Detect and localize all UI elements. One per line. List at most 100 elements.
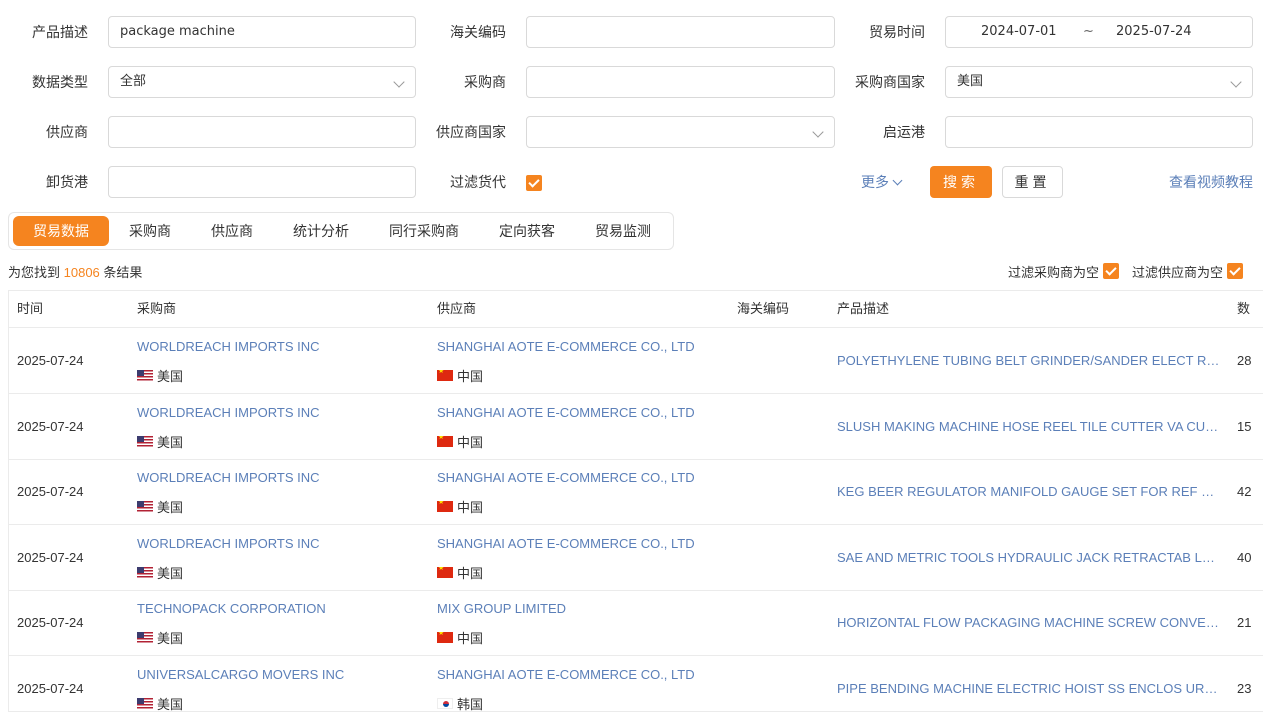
date-start[interactable]: 2024-07-01 [981,17,1057,47]
filter-empty-supplier-label: 过滤供应商为空 [1132,265,1224,280]
flag-icon [437,632,453,643]
tab-suppliers[interactable]: 供应商 [191,216,273,246]
col-supplier: 供应商 [437,301,477,316]
flag-icon [437,697,453,709]
table-row: 2025-07-24 UNIVERSALCARGO MOVERS INC 美国 SHA… [9,656,1263,712]
trade-date-range[interactable]: 2024-07-01 ~ 2025-07-24 [945,16,1253,48]
search-button[interactable]: 搜索 [930,166,992,198]
row-supplier-country: 中国 [437,497,483,516]
flag-icon [137,435,153,447]
video-tutorial-link[interactable]: 查看视频教程 [1169,166,1253,198]
data-type-value: 全部 [120,74,147,89]
chevron-down-icon [393,76,405,88]
date-end[interactable]: 2025-07-24 [1116,17,1192,47]
tab-trade-monitor[interactable]: 贸易监测 [575,216,671,246]
row-supplier-link[interactable]: SHANGHAI AOTE E-COMMERCE CO., LTD [437,536,695,551]
chevron-down-icon [812,126,824,138]
row-product-desc[interactable]: SAE AND METRIC TOOLS HYDRAULIC JACK RETR… [837,525,1222,591]
row-qty: 28 [1237,353,1252,368]
flag-icon [137,566,153,578]
row-supplier-link[interactable]: SHANGHAI AOTE E-COMMERCE CO., LTD [437,667,695,682]
buyer-input[interactable] [526,66,835,98]
filter-empty-buyer-checkbox[interactable] [1103,263,1119,279]
row-buyer-country: 美国 [137,628,183,647]
col-buyer: 采购商 [137,301,177,316]
filter-forwarder-checkbox[interactable] [526,175,542,191]
tab-targeted-leads[interactable]: 定向获客 [479,216,575,246]
data-type-label: 数据类型 [32,74,88,90]
filter-empty-supplier-checkbox[interactable] [1227,263,1243,279]
tab-trade-data[interactable]: 贸易数据 [13,216,109,246]
country-name: 中国 [457,500,484,515]
buyer-label: 采购商 [464,74,506,90]
buyer-country-label: 采购商国家 [855,74,925,90]
product-desc-input[interactable]: package machine [108,16,416,48]
unloading-port-input[interactable] [108,166,416,198]
supplier-label: 供应商 [46,124,88,140]
data-type-select[interactable]: 全部 [108,66,416,98]
filter-forwarder-label: 过滤货代 [450,174,506,190]
row-supplier-link[interactable]: SHANGHAI AOTE E-COMMERCE CO., LTD [437,470,695,485]
row-product-desc[interactable]: KEG BEER REGULATOR MANIFOLD GAUGE SET FO… [837,459,1222,525]
table-header: 时间 采购商 供应商 海关编码 产品描述 数 [9,291,1263,328]
tab-peer-buyers[interactable]: 同行采购商 [369,216,479,246]
col-product-desc: 产品描述 [837,301,890,316]
reset-button[interactable]: 重置 [1002,166,1063,198]
row-supplier-country: 中国 [437,366,483,385]
result-suffix: 条结果 [103,265,143,280]
supplier-country-label: 供应商国家 [436,124,506,140]
row-supplier-link[interactable]: SHANGHAI AOTE E-COMMERCE CO., LTD [437,339,695,354]
country-name: 中国 [457,369,484,384]
flag-icon [137,697,153,709]
buyer-country-select[interactable]: 美国 [945,66,1253,98]
departure-port-input[interactable] [945,116,1253,148]
flag-icon [137,632,153,643]
row-buyer-link[interactable]: WORLDREACH IMPORTS INC [137,470,320,485]
row-buyer-link[interactable]: TECHNOPACK CORPORATION [137,601,326,616]
country-name: 美国 [157,696,184,712]
table-row: 2025-07-24 WORLDREACH IMPORTS INC 美国 SHANGH… [9,525,1263,591]
more-label: 更多 [861,174,889,190]
result-summary: 为您找到 10806 条结果 [8,262,142,281]
row-buyer-link[interactable]: UNIVERSALCARGO MOVERS INC [137,667,344,682]
tab-bar: 贸易数据 采购商 供应商 统计分析 同行采购商 定向获客 贸易监测 [8,212,674,250]
tab-statistics[interactable]: 统计分析 [273,216,369,246]
row-product-desc[interactable]: PIPE BENDING MACHINE ELECTRIC HOIST SS E… [837,656,1222,712]
chevron-down-icon [1230,76,1242,88]
row-supplier-link[interactable]: SHANGHAI AOTE E-COMMERCE CO., LTD [437,405,695,420]
row-product-desc[interactable]: HORIZONTAL FLOW PACKAGING MACHINE SCREW … [837,590,1222,656]
hs-code-label: 海关编码 [450,24,506,40]
row-qty: 40 [1237,549,1252,565]
country-name: 美国 [157,565,184,581]
table-row: 2025-07-24 WORLDREACH IMPORTS INC 美国 SHANGH… [9,459,1263,525]
col-qty: 数 [1237,301,1251,316]
supplier-country-select[interactable] [526,116,835,148]
row-date: 2025-07-24 [17,418,84,434]
row-buyer-link[interactable]: WORLDREACH IMPORTS INC [137,405,320,420]
row-supplier-country: 中国 [437,563,483,582]
col-hs-code: 海关编码 [737,301,790,316]
row-supplier-link[interactable]: MIX GROUP LIMITED [437,601,566,616]
flag-icon [437,501,453,512]
row-product-desc[interactable]: SLUSH MAKING MACHINE HOSE REEL TILE CUTT… [837,394,1222,460]
result-prefix: 为您找到 [8,265,61,280]
table-row: 2025-07-24 WORLDREACH IMPORTS INC 美国 SHANGH… [9,394,1263,460]
row-buyer-country: 美国 [137,694,184,712]
row-product-desc[interactable]: POLYETHYLENE TUBING BELT GRINDER/SANDER … [837,328,1222,394]
flag-icon [437,435,453,447]
more-filters-link[interactable]: 更多 [861,166,903,198]
row-qty: 15 [1237,418,1252,434]
hs-code-input[interactable] [526,16,835,48]
flag-icon [437,370,453,381]
row-buyer-country: 美国 [137,432,183,451]
flag-icon [437,566,453,578]
row-buyer-country: 美国 [137,366,183,385]
row-supplier-country: 韩国 [437,694,483,711]
row-buyer-link[interactable]: WORLDREACH IMPORTS INC [137,339,320,354]
flag-icon [137,501,153,512]
buyer-country-value: 美国 [957,74,984,89]
row-buyer-link[interactable]: WORLDREACH IMPORTS INC [137,536,320,551]
supplier-input[interactable] [108,116,416,148]
tab-buyers[interactable]: 采购商 [109,216,191,246]
row-qty: 42 [1237,484,1252,499]
